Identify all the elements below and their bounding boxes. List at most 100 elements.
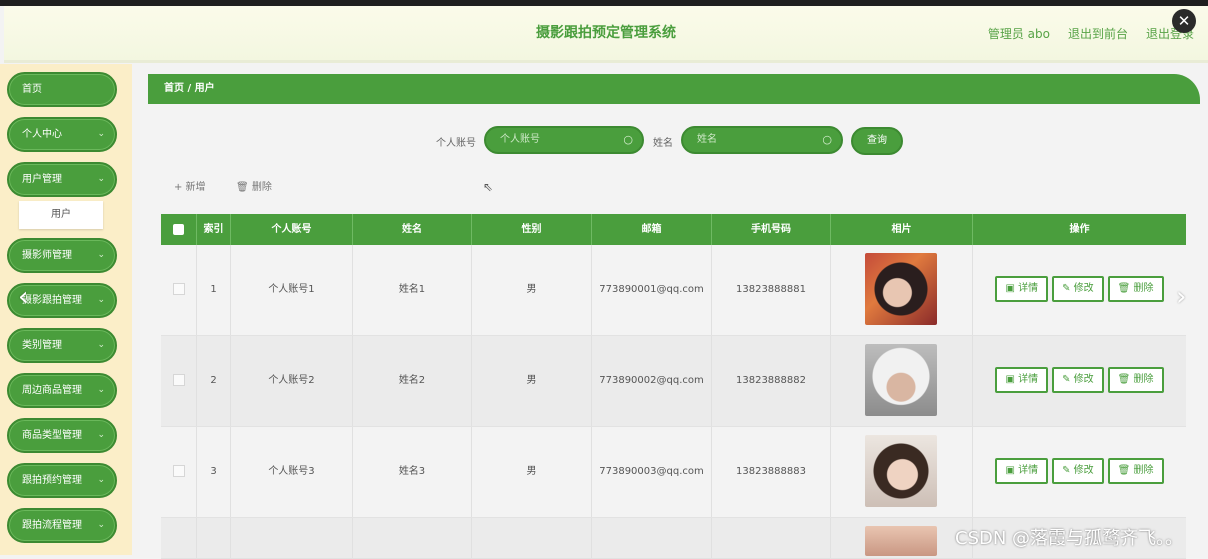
sidebar-item-booking[interactable]: 跟拍预约管理 ⌄ bbox=[7, 463, 117, 498]
sidebar-item-label: 跟拍流程管理 bbox=[22, 520, 82, 531]
query-button[interactable]: 查询 bbox=[851, 127, 903, 155]
detail-label: 详情 bbox=[1018, 374, 1039, 385]
submenu-item-user[interactable]: 用户 bbox=[19, 201, 103, 229]
cell-index bbox=[197, 518, 231, 558]
chevron-down-icon: ⌄ bbox=[97, 295, 105, 305]
cell-phone: 13823888883 bbox=[712, 427, 831, 517]
cell-actions: ▣ 详情 ✎ 修改 🗑 删除 bbox=[973, 427, 1186, 517]
row-delete-label: 删除 bbox=[1133, 283, 1154, 294]
edit-button[interactable]: ✎ 修改 bbox=[1052, 276, 1104, 302]
sidebar-item-label: 个人中心 bbox=[22, 129, 62, 140]
trash-icon: 🗑 bbox=[1117, 374, 1131, 385]
cell-account: 个人账号1 bbox=[231, 245, 353, 335]
sidebar-item-personal[interactable]: 个人中心 ⌄ bbox=[7, 117, 117, 152]
row-delete-button[interactable]: 🗑 删除 bbox=[1107, 276, 1164, 302]
row-checkbox[interactable] bbox=[161, 336, 197, 426]
delete-button[interactable]: 🗑 删除 bbox=[236, 178, 272, 193]
edit-icon: ✎ bbox=[1062, 465, 1071, 476]
cell-name: 姓名2 bbox=[353, 336, 472, 426]
table-row: 1 个人账号1 姓名1 男 773890001@qq.com 138238888… bbox=[161, 245, 1186, 336]
trash-icon: 🗑 bbox=[1117, 283, 1131, 294]
chevron-down-icon: ⌄ bbox=[97, 520, 105, 530]
app-header: 摄影跟拍预定管理系统 管理员 abo 退出到前台 退出登录 bbox=[4, 6, 1208, 63]
row-checkbox[interactable] bbox=[161, 427, 197, 517]
sidebar-item-users[interactable]: 用户管理 ⌄ bbox=[7, 162, 117, 197]
user-table: 索引 个人账号 姓名 性别 邮箱 手机号码 相片 操作 1 个人账号1 姓名1 … bbox=[161, 214, 1186, 559]
column-header: 索引 bbox=[197, 214, 231, 245]
column-header: 邮箱 bbox=[592, 214, 712, 245]
account-search-placeholder: 个人账号 bbox=[500, 134, 540, 145]
breadcrumb: 首页 / 用户 bbox=[148, 74, 1200, 104]
chevron-down-icon: ⌄ bbox=[97, 430, 105, 440]
cell-account bbox=[231, 518, 353, 558]
detail-button[interactable]: ▣ 详情 bbox=[995, 276, 1049, 302]
cell-email: 773890003@qq.com bbox=[592, 427, 712, 517]
sidebar-item-label: 摄影师管理 bbox=[22, 250, 72, 261]
user-photo bbox=[865, 526, 937, 556]
row-checkbox bbox=[161, 518, 197, 558]
sidebar-item-label: 跟拍预约管理 bbox=[22, 475, 82, 486]
sidebar-item-category[interactable]: 类别管理 ⌄ bbox=[7, 328, 117, 363]
close-icon[interactable]: ✕ bbox=[1172, 9, 1196, 33]
row-delete-button[interactable]: 🗑 删除 bbox=[1107, 458, 1164, 484]
cell-actions: ▣ 详情 ✎ 修改 🗑 删除 bbox=[973, 245, 1186, 335]
name-search-label: 姓名 bbox=[653, 138, 673, 149]
column-header: 操作 bbox=[1069, 224, 1090, 235]
cell-email bbox=[592, 518, 712, 558]
sidebar-item-product-type[interactable]: 商品类型管理 ⌄ bbox=[7, 418, 117, 453]
column-header: 姓名 bbox=[353, 214, 472, 245]
sidebar-item-label: 周边商品管理 bbox=[22, 385, 82, 396]
arrow-right-icon[interactable]: › bbox=[1176, 282, 1186, 312]
name-search-input[interactable]: 姓名 ○ bbox=[681, 126, 843, 154]
arrow-left-icon[interactable]: ‹ bbox=[18, 282, 28, 312]
row-delete-button[interactable]: 🗑 删除 bbox=[1107, 367, 1164, 393]
row-checkbox[interactable] bbox=[161, 245, 197, 335]
cell-index: 2 bbox=[197, 336, 231, 426]
user-photo bbox=[865, 344, 937, 416]
chevron-down-icon: ⌄ bbox=[97, 475, 105, 485]
chevron-down-icon: ⌄ bbox=[97, 129, 105, 139]
cell-photo bbox=[831, 245, 973, 335]
watermark: CSDN @落霞与孤鹜齐飞。。 bbox=[955, 528, 1184, 549]
account-search-input[interactable]: 个人账号 ○ bbox=[484, 126, 644, 154]
trash-icon: 🗑 bbox=[1117, 465, 1131, 476]
admin-user-label: 管理员 abo bbox=[987, 27, 1050, 41]
cursor-icon: ⇖ bbox=[483, 180, 494, 194]
row-delete-label: 删除 bbox=[1133, 374, 1154, 385]
name-search-placeholder: 姓名 bbox=[697, 134, 717, 145]
column-header: 相片 bbox=[831, 214, 973, 245]
sidebar-item-label: 类别管理 bbox=[22, 340, 62, 351]
edit-label: 修改 bbox=[1073, 374, 1094, 385]
cell-name bbox=[353, 518, 472, 558]
cell-actions: ▣ 详情 ✎ 修改 🗑 删除 bbox=[973, 336, 1186, 426]
sidebar-item-label: 商品类型管理 bbox=[22, 430, 82, 441]
detail-icon: ▣ bbox=[1005, 465, 1015, 476]
sidebar-item-photographer[interactable]: 摄影师管理 ⌄ bbox=[7, 238, 117, 273]
sidebar-item-home[interactable]: 首页 bbox=[7, 72, 117, 107]
table-row: 3 个人账号3 姓名3 男 773890003@qq.com 138238888… bbox=[161, 427, 1186, 518]
edit-button[interactable]: ✎ 修改 bbox=[1052, 367, 1104, 393]
detail-button[interactable]: ▣ 详情 bbox=[995, 367, 1049, 393]
edit-button[interactable]: ✎ 修改 bbox=[1052, 458, 1104, 484]
select-all-checkbox[interactable] bbox=[161, 214, 197, 245]
sidebar-item-merch[interactable]: 周边商品管理 ⌄ bbox=[7, 373, 117, 408]
chevron-down-icon: ⌄ bbox=[97, 250, 105, 260]
table-row: 2 个人账号2 姓名2 男 773890002@qq.com 138238888… bbox=[161, 336, 1186, 427]
table-header: 索引 个人账号 姓名 性别 邮箱 手机号码 相片 操作 bbox=[161, 214, 1186, 245]
detail-label: 详情 bbox=[1018, 283, 1039, 294]
trash-icon: 🗑 bbox=[236, 182, 249, 193]
cell-phone: 13823888881 bbox=[712, 245, 831, 335]
detail-icon: ▣ bbox=[1005, 283, 1015, 294]
detail-button[interactable]: ▣ 详情 bbox=[995, 458, 1049, 484]
cell-index: 1 bbox=[197, 245, 231, 335]
search-icon: ○ bbox=[822, 133, 832, 146]
detail-icon: ▣ bbox=[1005, 374, 1015, 385]
add-button[interactable]: + 新增 bbox=[174, 178, 206, 193]
sidebar-item-process[interactable]: 跟拍流程管理 ⌄ bbox=[7, 508, 117, 543]
cell-index: 3 bbox=[197, 427, 231, 517]
sidebar-item-label: 用户管理 bbox=[22, 174, 62, 185]
exit-to-front-link[interactable]: 退出到前台 bbox=[1068, 25, 1128, 42]
cell-gender: 男 bbox=[472, 336, 592, 426]
cell-phone: 13823888882 bbox=[712, 336, 831, 426]
cell-email: 773890002@qq.com bbox=[592, 336, 712, 426]
